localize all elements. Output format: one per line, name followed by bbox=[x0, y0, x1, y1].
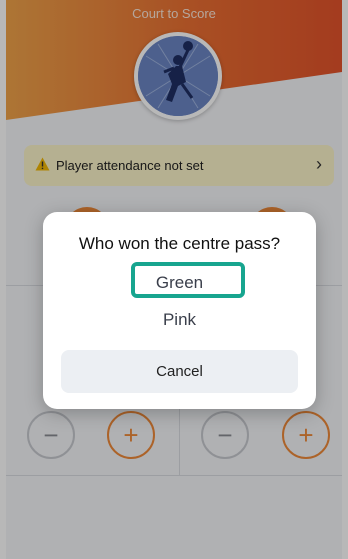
centre-pass-dialog: Who won the centre pass? Green Pink Canc… bbox=[43, 212, 316, 409]
cancel-button[interactable]: Cancel bbox=[61, 350, 298, 393]
selection-highlight bbox=[131, 262, 245, 298]
option-pink-button[interactable]: Pink bbox=[43, 310, 316, 330]
dialog-title: Who won the centre pass? bbox=[78, 234, 281, 253]
